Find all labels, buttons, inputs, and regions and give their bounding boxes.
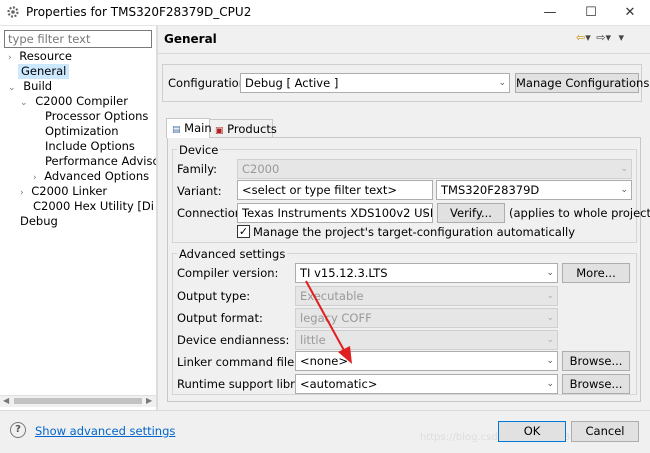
show-advanced-settings-link[interactable]: Show advanced settings [35,424,175,438]
manage-target-config-label: Manage the project's target-configuratio… [253,225,576,239]
page-title: General [164,32,217,46]
main-tab-icon: ▤ [172,125,181,135]
sidebar-item-label: Advanced Options [44,169,150,183]
ok-button[interactable]: OK [498,421,566,442]
sidebar-item-resource[interactable]: › Resource [8,49,72,64]
sidebar-item-c2000-linker[interactable]: › C2000 Linker [20,184,107,199]
sidebar-item-label: Optimization [45,124,119,138]
output-format-label: Output format: [177,311,263,325]
tab-main-label: Main [184,121,212,135]
products-tab-icon: ▣ [215,126,224,136]
sidebar-item-general[interactable]: General [18,64,70,79]
chevron-right-icon[interactable]: › [8,53,12,63]
connection-label: Connection: [177,206,246,220]
variant-label: Variant: [177,184,222,198]
browse-runtime-button[interactable]: Browse... [562,374,630,394]
more-button[interactable]: More... [562,263,630,283]
sidebar-item-label: C2000 Linker [31,184,108,198]
chevron-down-icon: ⌄ [546,268,554,278]
sidebar-item-c2000-hex-utility[interactable]: C2000 Hex Utility [Disal [33,199,153,214]
configuration-label: Configuration: [168,76,250,90]
manage-target-config-checkbox[interactable]: ✓ [237,225,250,238]
linker-command-file-label: Linker command file: [177,355,299,369]
settings-icon [7,6,19,18]
sidebar-item-build[interactable]: ⌄ Build [8,79,52,94]
header-nav: ⇦▾ ⇨▾ ▾ [576,31,624,44]
chevron-down-icon: ⌄ [620,164,628,174]
manage-configurations-button[interactable]: Manage Configurations... [515,73,650,93]
variant-filter-input[interactable]: <select or type filter text> [237,180,433,200]
sidebar-item-optimization[interactable]: Optimization [45,124,119,139]
chevron-right-icon[interactable]: › [20,188,24,198]
runtime-library-select[interactable]: <automatic> ⌄ [295,374,558,394]
family-label: Family: [177,162,218,176]
chevron-down-icon: ⌄ [546,335,554,345]
verify-button[interactable]: Verify... [437,203,505,223]
sidebar-item-label: Performance Advisor [45,154,165,168]
variant-select[interactable]: TMS320F28379D ⌄ [436,180,632,200]
scroll-right-icon[interactable]: ▶ [146,396,152,405]
applies-note: (applies to whole project) [509,206,650,220]
scroll-left-icon[interactable]: ◀ [3,396,9,405]
chevron-down-icon: ⌄ [620,185,628,195]
runtime-library-value: <automatic> [300,377,378,391]
connection-value: Texas Instruments XDS100v2 USB Deb [242,206,432,220]
family-value: C2000 [242,162,280,176]
chevron-down-icon: ⌄ [546,356,554,366]
device-group-title: Device [177,143,221,157]
sidebar-item-c2000-compiler[interactable]: ⌄ C2000 Compiler [20,94,128,109]
cancel-button[interactable]: Cancel [571,421,639,442]
sidebar-item-label: General [21,64,67,78]
variant-filter-text: <select or type filter text> [242,183,397,197]
sidebar-item-label: Resource [19,49,73,63]
chevron-down-icon: ⌄ [546,379,554,389]
annotation-arrow [305,280,352,364]
tab-main[interactable]: ▤ Main [166,118,212,138]
family-select: C2000 ⌄ [237,159,632,179]
browse-linker-button[interactable]: Browse... [562,351,630,371]
minimize-button[interactable]: — [530,0,570,26]
chevron-down-icon: ⌄ [421,208,429,218]
chevron-down-icon: ⌄ [546,291,554,301]
output-type-label: Output type: [177,289,251,303]
tab-products-label: Products [227,122,277,136]
sidebar-item-label: Include Options [45,139,135,153]
configuration-value: Debug [ Active ] [245,76,339,90]
window-title: Properties for TMS320F28379D_CPU2 [26,5,252,19]
chevron-down-icon[interactable]: ⌄ [20,98,28,108]
sidebar-item-debug[interactable]: Debug [20,214,58,229]
back-arrow-icon[interactable]: ⇦ [576,31,585,44]
configuration-select[interactable]: Debug [ Active ] ⌄ [240,73,510,93]
sidebar-item-advanced-options[interactable]: › Advanced Options [33,169,149,184]
dropdown-icon[interactable]: ▾ [605,31,611,44]
close-button[interactable]: ✕ [610,0,650,26]
dropdown-icon[interactable]: ▾ [585,31,591,44]
connection-select[interactable]: Texas Instruments XDS100v2 USB Deb ⌄ [237,203,433,223]
advanced-settings-title: Advanced settings [177,247,288,261]
endianness-label: Device endianness: [177,333,290,347]
chevron-down-icon: ⌄ [546,313,554,323]
sidebar-item-include-options[interactable]: Include Options [45,139,135,154]
sidebar-item-processor-options[interactable]: Processor Options [45,109,148,124]
maximize-button[interactable]: ☐ [571,0,611,26]
sidebar-item-label: C2000 Compiler [35,94,128,108]
compiler-version-label: Compiler version: [177,266,279,280]
sidebar-item-label: C2000 Hex Utility [Disal [33,199,153,213]
sidebar-item-label: Debug [20,214,58,228]
help-icon[interactable]: ? [10,422,26,438]
view-menu-icon[interactable]: ▾ [619,31,625,44]
variant-value: TMS320F28379D [441,183,540,197]
chevron-right-icon[interactable]: › [33,173,37,183]
sidebar-item-label: Build [23,79,53,93]
filter-input[interactable]: type filter text [4,30,152,48]
tab-products[interactable]: ▣ Products [209,119,277,138]
chevron-down-icon[interactable]: ⌄ [8,83,16,93]
scrollbar-thumb[interactable] [14,398,142,404]
sidebar-item-performance-advisor[interactable]: Performance Advisor [45,154,164,169]
chevron-down-icon: ⌄ [498,78,506,88]
sidebar-item-label: Processor Options [45,109,149,123]
